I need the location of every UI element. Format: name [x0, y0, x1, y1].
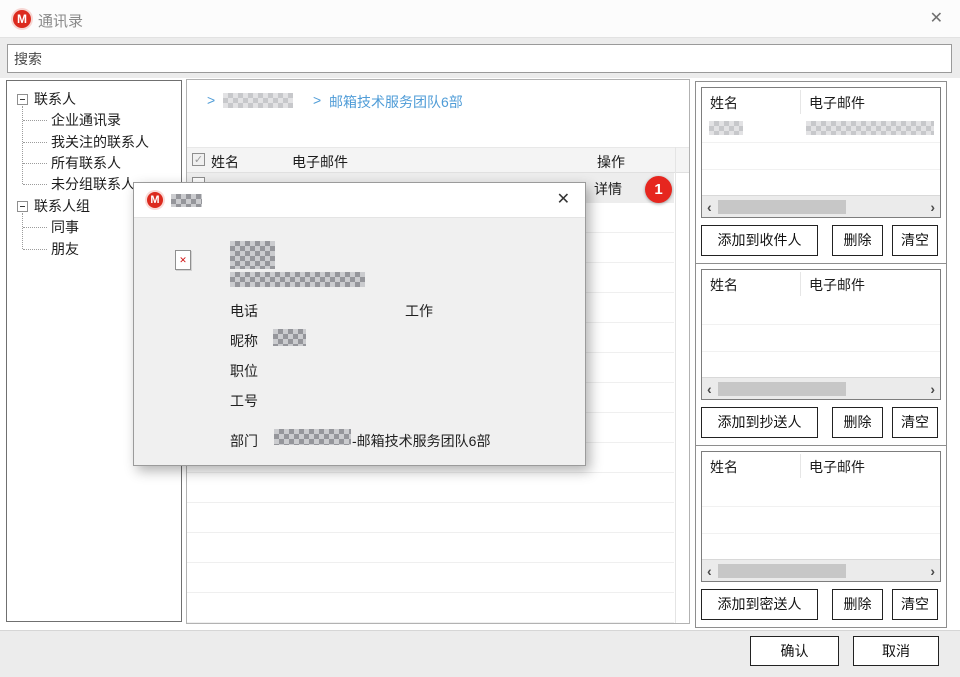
tree-guide-line — [23, 142, 47, 143]
breadcrumb-team-link[interactable]: 邮箱技术服务团队6部 — [329, 92, 463, 112]
contact-detail-dialog: M ✕ ✕ 电话 工作 昵称 职位 工号 部门 -邮箱技术服务团队6部 — [133, 182, 586, 466]
department-label: 部门 — [230, 431, 258, 451]
confirm-button[interactable]: 确认 — [750, 636, 839, 666]
breadcrumb-separator: > — [313, 92, 321, 108]
tree-node-contacts[interactable]: 联系人 — [34, 89, 76, 109]
delete-cc-button[interactable]: 删除 — [832, 407, 883, 438]
tree-node-colleagues[interactable]: 同事 — [51, 217, 79, 237]
horizontal-scrollbar[interactable]: ‹ › — [702, 195, 940, 217]
window-close-button[interactable]: ✕ — [930, 11, 943, 27]
column-header-email: 电子邮件 — [809, 93, 865, 113]
tree-node-ungrouped-contacts[interactable]: 未分组联系人 — [51, 174, 135, 194]
contact-detail-link[interactable]: 详情 — [594, 179, 622, 199]
title-bar: M 通讯录 ✕ — [0, 0, 960, 38]
column-separator — [800, 90, 801, 114]
column-header-name: 姓名 — [710, 457, 738, 477]
work-label: 工作 — [405, 301, 433, 321]
table-rows — [702, 298, 940, 378]
column-separator — [800, 454, 801, 478]
bcc-section: 姓名 电子邮件 ‹ › 添加到密送人 删除 清空 — [696, 445, 946, 627]
scroll-left-icon[interactable]: ‹ — [707, 198, 712, 216]
add-to-bcc-button[interactable]: 添加到密送人 — [701, 589, 818, 620]
table-column-separator — [675, 147, 676, 623]
tree-node-followed-contacts[interactable]: 我关注的联系人 — [51, 132, 149, 152]
app-logo-icon: M — [147, 192, 163, 208]
column-header-name: 姓名 — [710, 93, 738, 113]
column-header-email: 电子邮件 — [809, 275, 865, 295]
clear-bcc-button[interactable]: 清空 — [892, 589, 938, 620]
column-header-email: 电子邮件 — [809, 457, 865, 477]
tree-expander-contact-groups[interactable] — [17, 201, 28, 212]
column-header-action: 操作 — [597, 152, 625, 172]
breadcrumb-separator: > — [207, 92, 215, 108]
column-header-name: 姓名 — [211, 152, 239, 172]
redacted-contact-email — [230, 272, 365, 287]
scroll-left-icon[interactable]: ‹ — [707, 380, 712, 398]
tree-node-all-contacts[interactable]: 所有联系人 — [51, 153, 121, 173]
select-all-checkbox[interactable]: ✓ — [192, 153, 205, 166]
tree-guide-line — [22, 213, 23, 249]
tree-guide-line — [23, 249, 47, 250]
scroll-right-icon[interactable]: › — [930, 198, 935, 216]
scroll-right-icon[interactable]: › — [930, 380, 935, 398]
recipients-table: 姓名 电子邮件 ‹ › — [701, 87, 941, 218]
redacted-nickname-value — [273, 329, 306, 346]
column-separator — [800, 272, 801, 296]
tree-node-friends[interactable]: 朋友 — [51, 239, 79, 259]
tree-expander-contacts[interactable] — [17, 94, 28, 105]
tree-guide-line — [23, 120, 47, 121]
scroll-left-icon[interactable]: ‹ — [707, 562, 712, 580]
delete-bcc-button[interactable]: 删除 — [832, 589, 883, 620]
horizontal-scrollbar[interactable]: ‹ › — [702, 377, 940, 399]
clear-cc-button[interactable]: 清空 — [892, 407, 938, 438]
cancel-button[interactable]: 取消 — [853, 636, 939, 666]
cc-section: 姓名 电子邮件 ‹ › 添加到抄送人 删除 清空 — [696, 263, 946, 445]
redacted-recipient-email — [806, 121, 934, 135]
dialog-body: ✕ 电话 工作 昵称 职位 工号 部门 -邮箱技术服务团队6部 — [134, 219, 585, 465]
department-value: -邮箱技术服务团队6部 — [352, 431, 490, 451]
cc-table: 姓名 电子邮件 ‹ › — [701, 269, 941, 400]
add-to-cc-button[interactable]: 添加到抄送人 — [701, 407, 818, 438]
app-logo-icon: M — [13, 10, 31, 28]
tree-guide-line — [23, 163, 47, 164]
contacts-table-header: ✓ 姓名 电子邮件 操作 — [187, 147, 689, 173]
window-title: 通讯录 — [38, 10, 83, 31]
redacted-dialog-title — [171, 194, 202, 207]
recipient-panels: 姓名 电子邮件 ‹ › 添加到收件人 删除 清空 姓名 电子 — [695, 81, 947, 628]
redacted-recipient-name — [709, 121, 743, 135]
dialog-close-button[interactable]: ✕ — [557, 192, 570, 208]
phone-label: 电话 — [230, 301, 258, 321]
table-rows — [702, 480, 940, 560]
table-rows — [702, 116, 940, 196]
tree-node-contact-groups[interactable]: 联系人组 — [34, 196, 90, 216]
click-indicator-badge: 1 — [645, 176, 672, 203]
employee-id-label: 工号 — [230, 391, 258, 411]
delete-recipient-button[interactable]: 删除 — [832, 225, 883, 256]
breadcrumb-redacted-company[interactable] — [223, 93, 293, 108]
tree-guide-line — [23, 227, 47, 228]
bcc-table: 姓名 电子邮件 ‹ › — [701, 451, 941, 582]
redacted-contact-name — [230, 241, 275, 269]
search-input[interactable] — [7, 44, 952, 73]
scrollbar-thumb[interactable] — [718, 382, 846, 396]
add-to-recipients-button[interactable]: 添加到收件人 — [701, 225, 818, 256]
column-header-email: 电子邮件 — [292, 152, 348, 172]
address-book-window: M 通讯录 ✕ 联系人 企业通讯录 我关注的联系人 所有联系人 未分组联系人 联… — [0, 0, 960, 677]
nickname-label: 昵称 — [230, 331, 258, 351]
scrollbar-thumb[interactable] — [718, 200, 846, 214]
tree-node-enterprise-directory[interactable]: 企业通讯录 — [51, 110, 121, 130]
scroll-right-icon[interactable]: › — [930, 562, 935, 580]
clear-recipients-button[interactable]: 清空 — [892, 225, 938, 256]
redacted-department-prefix — [274, 429, 351, 445]
recipients-section: 姓名 电子邮件 ‹ › 添加到收件人 删除 清空 — [696, 82, 946, 263]
dialog-title-bar: M ✕ — [134, 183, 585, 218]
tree-guide-line — [23, 184, 47, 185]
tree-guide-line — [22, 106, 23, 184]
broken-avatar-icon: ✕ — [175, 250, 191, 270]
column-header-name: 姓名 — [710, 275, 738, 295]
horizontal-scrollbar[interactable]: ‹ › — [702, 559, 940, 581]
position-label: 职位 — [230, 361, 258, 381]
scrollbar-thumb[interactable] — [718, 564, 846, 578]
